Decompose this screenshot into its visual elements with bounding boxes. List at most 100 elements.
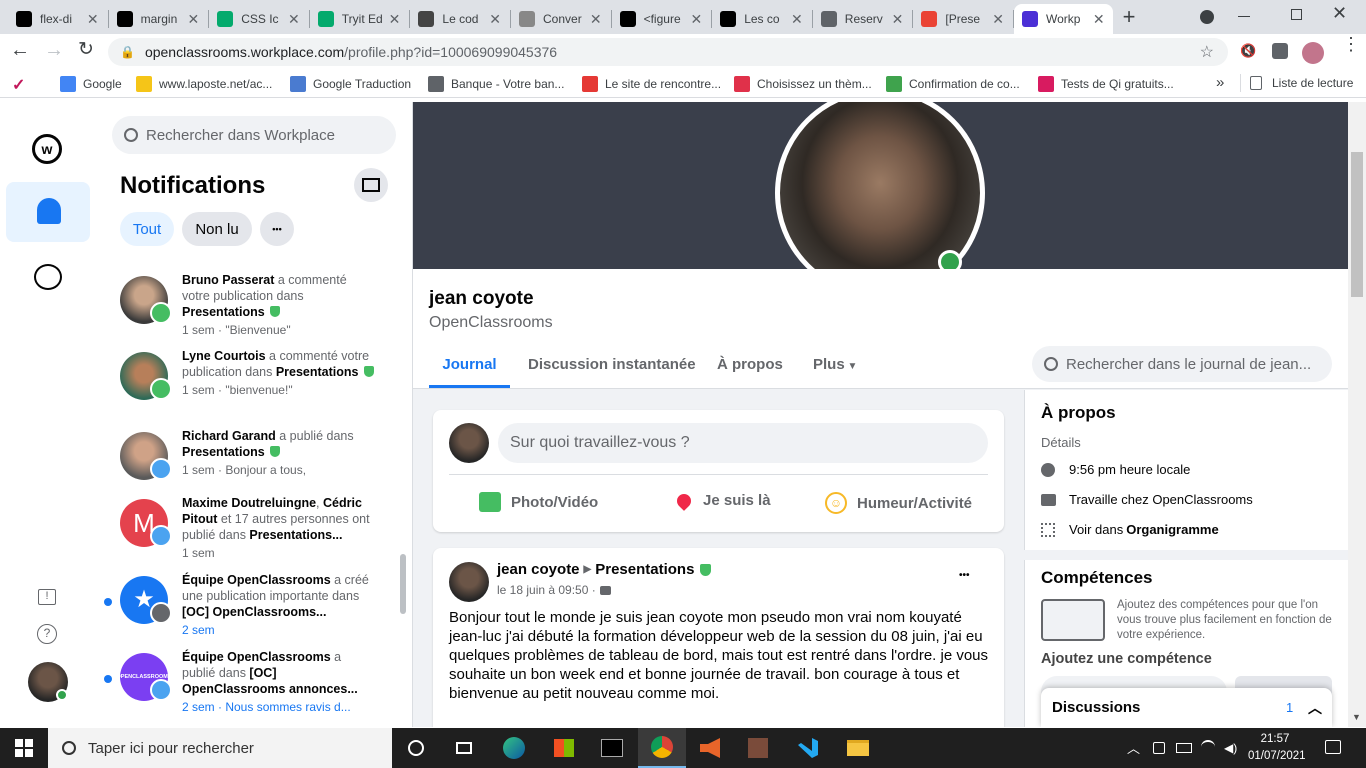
notifications-scrollbar[interactable] <box>400 554 406 614</box>
bookmark-item[interactable]: Tests de Qi gratuits... <box>1038 76 1174 92</box>
notification-center-icon[interactable] <box>1325 740 1341 754</box>
bookmark-item[interactable]: Confirmation de co... <box>886 76 1020 92</box>
journal-search-input[interactable]: Rechercher dans le journal de jean... <box>1032 346 1332 382</box>
wifi-icon[interactable] <box>1201 740 1215 754</box>
bookmark-star-icon[interactable]: ☆ <box>1200 42 1214 62</box>
browser-tab[interactable]: Le cod ✕ <box>410 4 509 34</box>
edge-icon[interactable] <box>490 728 538 768</box>
workplace-logo-icon[interactable]: w <box>32 134 62 164</box>
check-in-button[interactable]: Je suis là <box>674 490 771 511</box>
tab-about[interactable]: À propos <box>717 356 783 373</box>
browser-tab[interactable]: Reserv ✕ <box>813 4 912 34</box>
close-tab-icon[interactable]: ✕ <box>892 11 904 28</box>
cortana-icon[interactable] <box>392 728 440 768</box>
more-bookmarks-button[interactable]: » <box>1216 74 1224 91</box>
close-tab-icon[interactable]: ✕ <box>87 11 99 28</box>
filter-all-button[interactable]: Tout <box>120 212 174 246</box>
bookmark-item[interactable]: Banque - Votre ban... <box>428 76 564 92</box>
show-hidden-icons-icon[interactable]: ︿ <box>1127 738 1140 757</box>
close-tab-icon[interactable]: ✕ <box>590 11 602 28</box>
page-scrollbar-thumb[interactable] <box>1351 152 1363 297</box>
asus-app-icon[interactable] <box>588 728 636 768</box>
chrome-taskbar-icon[interactable] <box>638 728 686 768</box>
browser-tab[interactable]: CSS Ic ✕ <box>209 4 308 34</box>
tab-search-icon[interactable] <box>1200 10 1214 24</box>
notification-item[interactable]: OPENCLASSROOMS Équipe OpenClassrooms a pu… <box>104 649 380 719</box>
notifications-more-button[interactable]: ••• <box>260 212 294 246</box>
feedback-icon[interactable]: ! <box>38 589 56 605</box>
battery-icon[interactable] <box>1176 743 1192 753</box>
composer-input[interactable]: Sur quoi travaillez-vous ? <box>498 423 988 463</box>
close-tab-icon[interactable]: ✕ <box>187 11 199 28</box>
bookmark-item[interactable]: www.laposte.net/ac... <box>136 76 272 92</box>
notification-item[interactable]: ★ Équipe OpenClassrooms a créé une public… <box>104 572 380 642</box>
minimize-button[interactable] <box>1238 16 1250 17</box>
windows-start-icon[interactable] <box>0 728 48 768</box>
post-author-name[interactable]: jean coyote <box>497 561 580 578</box>
apps-icon[interactable]: ✓ <box>12 75 25 95</box>
discussions-chat-bar[interactable]: Discussions 1 ︿ <box>1041 688 1332 727</box>
notification-item[interactable]: Richard Garand a publié dans Presentatio… <box>120 428 380 498</box>
bookmark-item[interactable]: Le site de rencontre... <box>582 76 721 92</box>
feeling-activity-button[interactable]: ☺ Humeur/Activité <box>825 492 972 514</box>
close-tab-icon[interactable]: ✕ <box>690 11 702 28</box>
post-date[interactable]: le 18 juin à 09:50 · <box>497 583 611 597</box>
notification-item[interactable]: M Maxime Doutreluingne, Cédric Pitout et … <box>120 495 380 565</box>
bookmark-item[interactable]: Choisissez un thèm... <box>734 76 872 92</box>
back-button[interactable]: ← <box>10 39 30 62</box>
browser-tab[interactable]: <figure ✕ <box>612 4 711 34</box>
game-app-icon[interactable] <box>734 728 782 768</box>
reload-button[interactable]: ↻ <box>78 38 94 61</box>
close-tab-icon[interactable]: ✕ <box>489 11 501 28</box>
chat-bubble-icon[interactable] <box>34 264 62 290</box>
browser-tab[interactable]: flex-di ✕ <box>8 4 107 34</box>
lock-icon[interactable]: 🔒 <box>120 45 135 59</box>
workplace-search-input[interactable]: Rechercher dans Workplace <box>112 116 396 154</box>
close-tab-icon[interactable]: ✕ <box>791 11 803 28</box>
close-tab-icon[interactable]: ✕ <box>992 11 1004 28</box>
task-view-icon[interactable] <box>440 728 488 768</box>
browser-tab[interactable]: margin ✕ <box>109 4 208 34</box>
vscode-icon[interactable] <box>784 728 832 768</box>
tab-chat[interactable]: Discussion instantanée <box>528 356 696 373</box>
close-tab-icon[interactable]: ✕ <box>1093 11 1105 28</box>
notification-item[interactable]: Bruno Passerat a commenté votre publicat… <box>120 272 380 342</box>
post-author-avatar[interactable] <box>449 562 489 602</box>
chrome-menu-icon[interactable]: ⋮ <box>1342 35 1360 53</box>
help-icon[interactable]: ? <box>37 624 57 644</box>
muted-speaker-icon[interactable]: 🔇 <box>1240 43 1256 59</box>
taskbar-clock[interactable]: 21:57 01/07/2021 <box>1248 731 1306 765</box>
browser-tab[interactable]: Tryit Ed ✕ <box>310 4 409 34</box>
browser-tab[interactable]: [Prese ✕ <box>913 4 1012 34</box>
close-tab-icon[interactable]: ✕ <box>288 11 300 28</box>
restore-button[interactable] <box>1291 9 1302 20</box>
browser-tab[interactable]: Conver ✕ <box>511 4 610 34</box>
tab-journal[interactable]: Journal <box>429 350 510 388</box>
new-tab-button[interactable]: + <box>1116 6 1142 28</box>
bookmark-item[interactable]: Google <box>60 76 122 92</box>
chevron-up-icon[interactable]: ︿ <box>1308 698 1322 718</box>
scroll-down-arrow[interactable]: ▼ <box>1352 712 1361 722</box>
network-status-icon[interactable] <box>1153 742 1165 754</box>
forward-button[interactable]: → <box>44 39 64 62</box>
photo-video-button[interactable]: Photo/Vidéo <box>479 492 598 512</box>
org-chart-row[interactable]: Voir dans Organigramme <box>1041 522 1219 537</box>
notification-item[interactable]: Lyne Courtois a commenté votre publicati… <box>120 348 380 418</box>
org-chart-link[interactable]: Organigramme <box>1126 522 1218 537</box>
profile-avatar[interactable] <box>1302 42 1324 64</box>
address-bar[interactable]: 🔒 openclassrooms.workplace.com/profile.p… <box>108 38 1228 66</box>
mark-all-read-button[interactable] <box>354 168 388 202</box>
reading-list-button[interactable]: Liste de lecture <box>1250 76 1353 90</box>
tab-more[interactable]: Plus ▼ <box>813 356 857 373</box>
close-window-button[interactable]: ✕ <box>1332 3 1347 24</box>
media-app-icon[interactable] <box>686 728 734 768</box>
bookmark-item[interactable]: Google Traduction <box>290 76 411 92</box>
post-options-button[interactable]: ••• <box>959 570 970 581</box>
volume-icon[interactable]: ◀) <box>1224 741 1237 755</box>
taskbar-search-input[interactable]: Taper ici pour rechercher <box>48 728 392 768</box>
filter-unread-button[interactable]: Non lu <box>182 212 252 246</box>
browser-tab[interactable]: Les co ✕ <box>712 4 811 34</box>
browser-tab[interactable]: Workp ✕ <box>1014 4 1113 34</box>
post-group-name[interactable]: Presentations <box>595 561 694 578</box>
close-tab-icon[interactable]: ✕ <box>389 11 401 28</box>
